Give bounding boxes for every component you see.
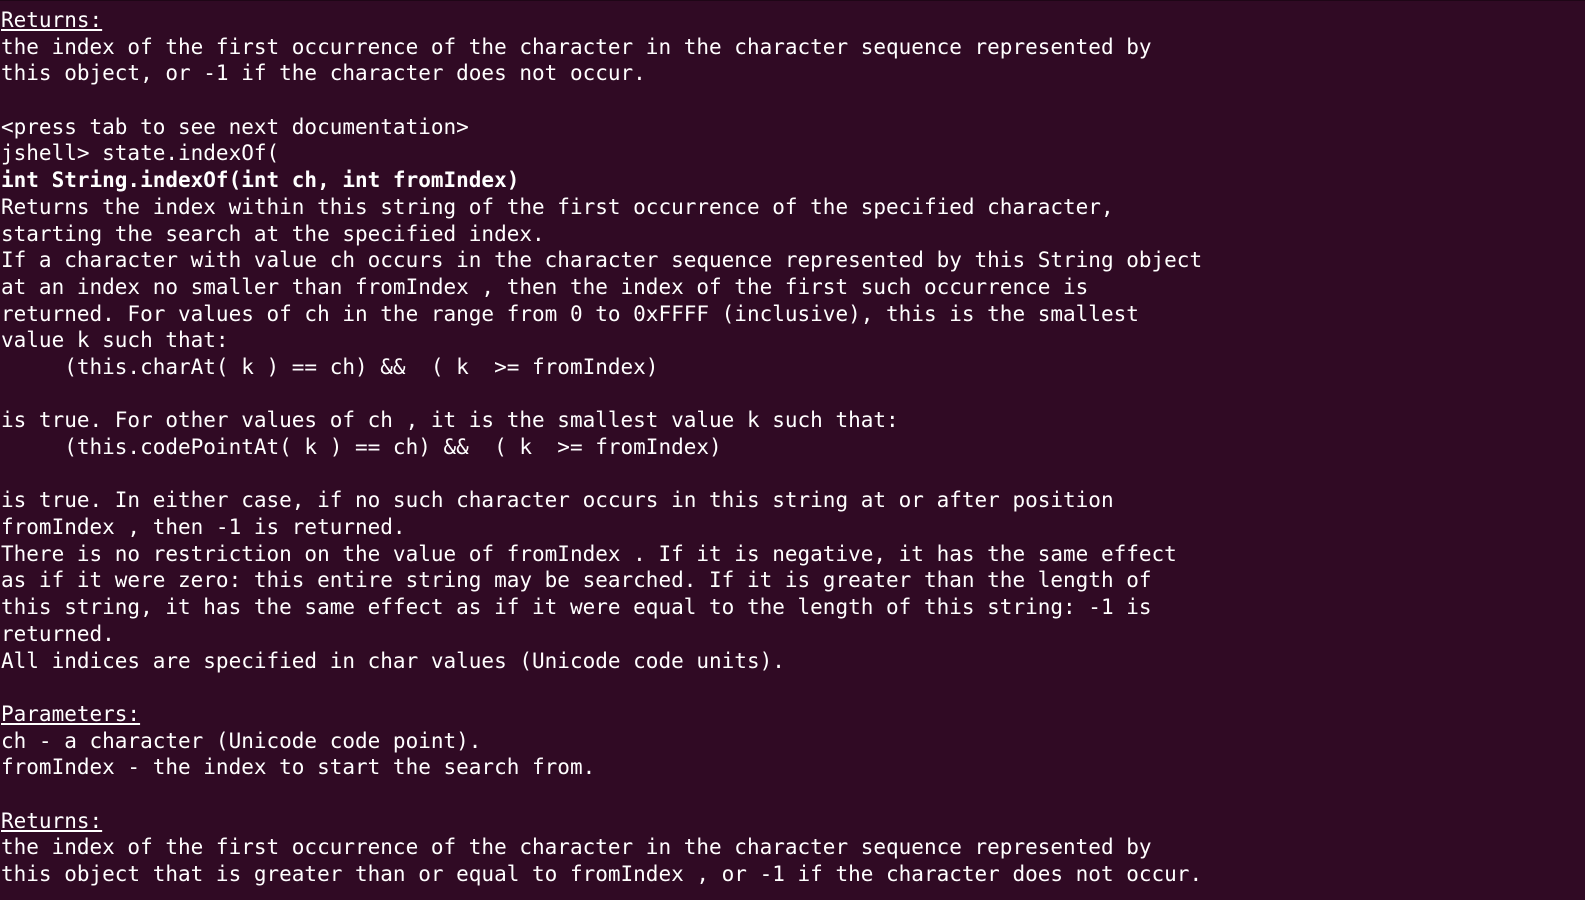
terminal-line: value k such that: [1,328,229,353]
terminal-line: the index of the first occurrence of the… [1,34,1152,59]
terminal-line: starting the search at the specified ind… [1,221,545,246]
terminal-line: the index of the first occurrence of the… [1,835,1152,860]
terminal-line: at an index no smaller than fromIndex , … [1,274,1089,299]
terminal-line: returned. [1,621,115,646]
terminal-line: ch - a character (Unicode code point). [1,728,482,753]
returns-heading: Returns: [1,8,103,32]
window-top-edge [0,0,1585,1]
terminal-line: as if it were zero: this entire string m… [1,568,1152,593]
terminal-line: (this.codePointAt( k ) == ch) && ( k >= … [1,435,722,459]
terminal-line: fromIndex - the index to start the searc… [1,755,596,780]
method-signature: int String.indexOf(int ch, int fromIndex… [1,168,520,193]
terminal-line: Returns the index within this string of … [1,194,1114,219]
press-tab-hint: <press tab to see next documentation> [1,114,469,139]
terminal-line: this string, it has the same effect as i… [1,595,1152,620]
terminal-line: is true. For other values of ch , it is … [1,408,899,433]
terminal-line: this object that is greater than or equa… [1,862,1203,886]
parameters-heading: Parameters: [1,701,141,726]
terminal-line: this object, or -1 if the character does… [1,61,646,86]
terminal-line: fromIndex , then -1 is returned. [1,515,406,540]
terminal-line: There is no restriction on the value of … [1,541,1177,566]
terminal-line: All indices are specified in char values… [1,648,785,673]
terminal-line: returned. For values of ch in the range … [1,301,1139,326]
terminal-line: If a character with value ch occurs in t… [1,248,1203,273]
terminal-line: (this.charAt( k ) == ch) && ( k >= fromI… [1,354,659,379]
terminal-line: is true. In either case, if no such char… [1,488,1114,513]
terminal-output[interactable]: Returns: the index of the first occurrenc… [1,7,1581,888]
returns-heading: Returns: [1,808,103,833]
jshell-prompt-line: jshell> state.indexOf( [1,141,280,166]
